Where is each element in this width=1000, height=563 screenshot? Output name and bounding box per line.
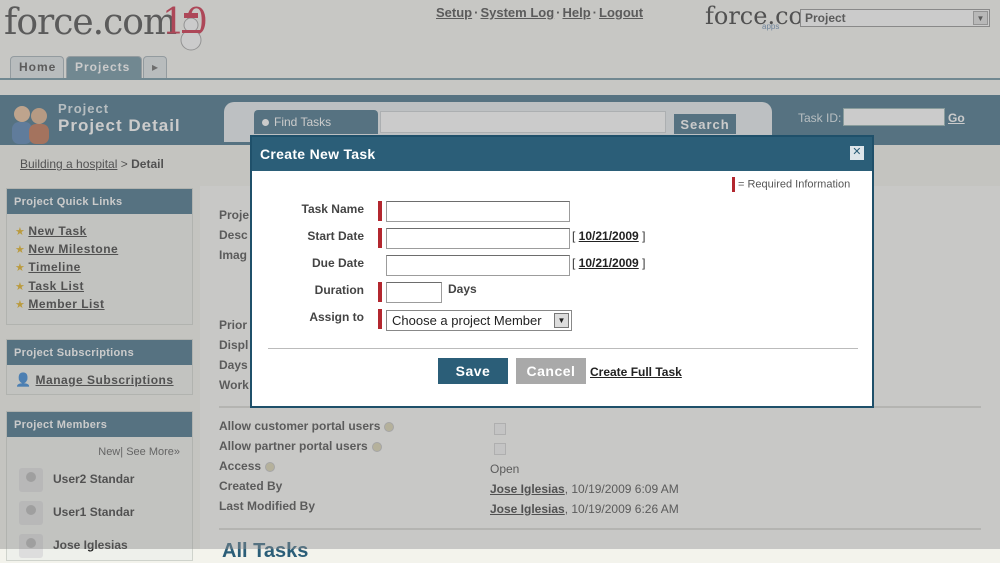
assign-to-label: Assign to [309, 310, 364, 324]
assign-to-value: Choose a project Member [392, 313, 542, 328]
required-marker [378, 309, 382, 329]
due-date-link[interactable]: 10/21/2009 [579, 256, 639, 270]
start-date-input[interactable] [386, 228, 570, 249]
start-date-label: Start Date [307, 229, 364, 243]
required-legend-text: = Required Information [738, 178, 851, 191]
assign-to-select[interactable]: Choose a project Member ▼ [386, 310, 572, 331]
duration-input[interactable] [386, 282, 442, 303]
due-date-label: Due Date [311, 256, 364, 270]
close-icon[interactable]: ✕ [850, 146, 864, 160]
required-marker [378, 201, 382, 221]
due-date-input[interactable] [386, 255, 570, 276]
required-marker [732, 177, 735, 192]
start-date-link[interactable]: 10/21/2009 [579, 229, 639, 243]
duration-unit: Days [448, 282, 477, 296]
start-date-shortcut: [ 10/21/2009 ] [572, 229, 646, 243]
task-name-input[interactable] [386, 201, 570, 222]
dialog-header: Create New Task ✕ [252, 137, 872, 171]
required-marker [378, 228, 382, 248]
create-task-dialog: Create New Task ✕ = Required Information… [250, 135, 874, 408]
required-legend: = Required Information [732, 177, 850, 192]
duration-label: Duration [314, 283, 364, 297]
save-button[interactable]: Save [438, 358, 508, 384]
dialog-title: Create New Task [260, 146, 376, 162]
due-date-shortcut: [ 10/21/2009 ] [572, 256, 646, 270]
cancel-button[interactable]: Cancel [516, 358, 586, 384]
create-full-task-link[interactable]: Create Full Task [590, 365, 682, 379]
chevron-down-icon: ▼ [554, 313, 569, 328]
required-marker [378, 282, 382, 302]
task-name-label: Task Name [301, 202, 364, 216]
dialog-divider [268, 348, 858, 349]
